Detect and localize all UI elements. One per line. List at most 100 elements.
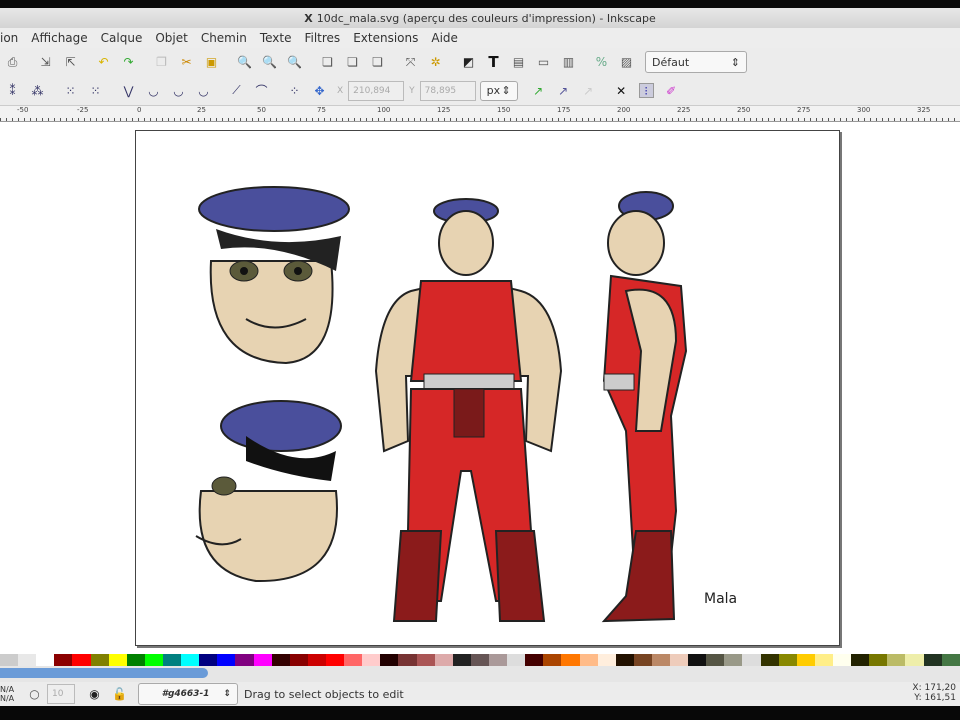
zoom-selection-icon[interactable]: 🔍 bbox=[237, 55, 252, 70]
palette-swatch[interactable] bbox=[108, 654, 127, 666]
palette-swatch[interactable] bbox=[615, 654, 634, 666]
text-font-icon[interactable]: T bbox=[486, 53, 501, 71]
eye-visibility-icon[interactable]: ◉ bbox=[87, 687, 102, 702]
undo-icon[interactable]: ↶ bbox=[96, 55, 111, 70]
palette-swatch[interactable] bbox=[362, 654, 381, 666]
palette-swatch[interactable] bbox=[434, 654, 453, 666]
palette-swatch[interactable] bbox=[597, 654, 616, 666]
palette-swatch[interactable] bbox=[18, 654, 37, 666]
palette-swatch[interactable] bbox=[271, 654, 290, 666]
palette-swatch[interactable] bbox=[561, 654, 580, 666]
palette-swatch[interactable] bbox=[488, 654, 508, 666]
palette-swatch[interactable] bbox=[380, 654, 399, 666]
palette-swatch[interactable] bbox=[905, 654, 924, 666]
mala-character-sheet[interactable] bbox=[136, 131, 841, 647]
palette-swatch[interactable] bbox=[869, 654, 888, 666]
edit-path-effect-icon[interactable]: ↗ bbox=[556, 83, 571, 98]
show-handles-icon[interactable]: ⁝ bbox=[638, 83, 654, 98]
fill-stroke-icon[interactable]: ◩ bbox=[461, 55, 476, 70]
palette-swatch[interactable] bbox=[760, 654, 779, 666]
palette-swatch[interactable] bbox=[706, 654, 725, 666]
unit-combo[interactable]: px ⇕ bbox=[479, 80, 518, 101]
auto-node-icon[interactable]: ◡ bbox=[196, 83, 211, 98]
palette-swatch[interactable] bbox=[325, 654, 345, 666]
redo-icon[interactable]: ↷ bbox=[121, 55, 136, 70]
menu-objet[interactable]: Objet bbox=[155, 31, 187, 45]
horizontal-ruler[interactable]: -50 -25 0 25 50 75 100 125 150 175 200 225 250 275 300… bbox=[0, 106, 960, 122]
palette-swatch[interactable] bbox=[253, 654, 272, 666]
palette-swatch[interactable] bbox=[633, 654, 652, 666]
menu-calque[interactable]: Calque bbox=[101, 31, 143, 45]
palette-swatch[interactable] bbox=[470, 654, 489, 666]
palette-swatch[interactable] bbox=[36, 654, 55, 666]
palette-swatch[interactable] bbox=[126, 654, 145, 666]
preferences-icon[interactable]: ▨ bbox=[619, 55, 634, 70]
transform-handles-icon[interactable]: ✕ bbox=[614, 83, 629, 98]
object-to-path-icon[interactable]: ⁘ bbox=[287, 83, 302, 98]
insert-node-icon[interactable]: ⁑ bbox=[5, 83, 20, 98]
palette-swatch[interactable] bbox=[833, 654, 852, 666]
palette-swatch[interactable] bbox=[416, 654, 435, 666]
copy-icon[interactable]: ❐ bbox=[154, 55, 169, 70]
palette-swatch[interactable] bbox=[941, 654, 960, 666]
palette-swatch[interactable] bbox=[670, 654, 689, 666]
palette-swatch[interactable] bbox=[72, 654, 91, 666]
layers-icon[interactable]: ▤ bbox=[511, 55, 526, 70]
stroke-to-path-icon[interactable]: ✥ bbox=[312, 83, 327, 98]
palette-swatch[interactable] bbox=[398, 654, 417, 666]
palette-swatch[interactable] bbox=[344, 654, 363, 666]
menu-edition[interactable]: ion bbox=[0, 31, 18, 45]
menu-affichage[interactable]: Affichage bbox=[31, 31, 87, 45]
opacity-field[interactable]: 10 bbox=[47, 684, 75, 704]
duplicate-icon[interactable]: ❏ bbox=[320, 55, 335, 70]
cusp-node-icon[interactable]: ⋁ bbox=[121, 83, 136, 98]
export-icon[interactable]: ⇱ bbox=[63, 55, 78, 70]
cut-icon[interactable]: ✂ bbox=[179, 55, 194, 70]
menu-texte[interactable]: Texte bbox=[260, 31, 292, 45]
break-nodes-icon[interactable]: ⁙ bbox=[88, 83, 103, 98]
segment-curve-icon[interactable]: ⌒ bbox=[254, 83, 269, 98]
print-icon[interactable]: ⎙ bbox=[5, 55, 20, 70]
show-outline-icon[interactable]: ✐ bbox=[664, 83, 679, 98]
palette-swatch[interactable] bbox=[579, 654, 598, 666]
palette-swatch[interactable] bbox=[724, 654, 743, 666]
palette-swatch[interactable] bbox=[54, 654, 73, 666]
palette-swatch[interactable] bbox=[814, 654, 834, 666]
palette-swatch[interactable] bbox=[144, 654, 163, 666]
segment-line-icon[interactable]: ⟋ bbox=[229, 83, 244, 98]
y-coordinate-field[interactable]: 78,895 bbox=[419, 80, 476, 101]
palette-swatch[interactable] bbox=[235, 654, 254, 666]
layer-combo[interactable]: #g4663-1 ⇕ bbox=[138, 683, 238, 705]
palette-swatch[interactable] bbox=[742, 654, 761, 666]
clip-path-icon[interactable]: ↗ bbox=[581, 83, 596, 98]
zoom-page-icon[interactable]: 🔍 bbox=[287, 55, 302, 70]
clone-icon[interactable]: ❏ bbox=[345, 55, 360, 70]
transform-icon[interactable]: % bbox=[594, 55, 609, 70]
lock-icon[interactable]: 🔓 bbox=[112, 687, 127, 702]
palette-swatch[interactable] bbox=[525, 654, 544, 666]
menu-filtres[interactable]: Filtres bbox=[304, 31, 340, 45]
palette-swatch[interactable] bbox=[923, 654, 942, 666]
palette-swatch[interactable] bbox=[688, 654, 707, 666]
unlink-clone-icon[interactable]: ❏ bbox=[370, 55, 385, 70]
palette-swatch[interactable] bbox=[507, 654, 526, 666]
symmetric-node-icon[interactable]: ◡ bbox=[171, 83, 186, 98]
palette-swatch[interactable] bbox=[851, 654, 870, 666]
palette-swatch[interactable] bbox=[796, 654, 815, 666]
join-nodes-icon[interactable]: ⁙ bbox=[63, 83, 78, 98]
color-palette[interactable] bbox=[0, 654, 960, 666]
scrollbar-thumb[interactable] bbox=[0, 668, 208, 678]
palette-swatch[interactable] bbox=[651, 654, 671, 666]
delete-node-icon[interactable]: ⁂ bbox=[30, 83, 45, 98]
group-icon[interactable]: ⤧ bbox=[403, 55, 418, 70]
palette-swatch[interactable] bbox=[289, 654, 308, 666]
next-path-effect-icon[interactable]: ↗ bbox=[531, 83, 546, 98]
xml-editor-icon[interactable]: ▭ bbox=[536, 55, 551, 70]
menu-chemin[interactable]: Chemin bbox=[201, 31, 247, 45]
zoom-drawing-icon[interactable]: 🔍 bbox=[262, 55, 277, 70]
palette-swatch[interactable] bbox=[162, 654, 182, 666]
menu-aide[interactable]: Aide bbox=[431, 31, 458, 45]
palette-swatch[interactable] bbox=[778, 654, 797, 666]
palette-swatch[interactable] bbox=[543, 654, 562, 666]
fill-stroke-indicator[interactable]: N/A N/A bbox=[0, 685, 22, 703]
